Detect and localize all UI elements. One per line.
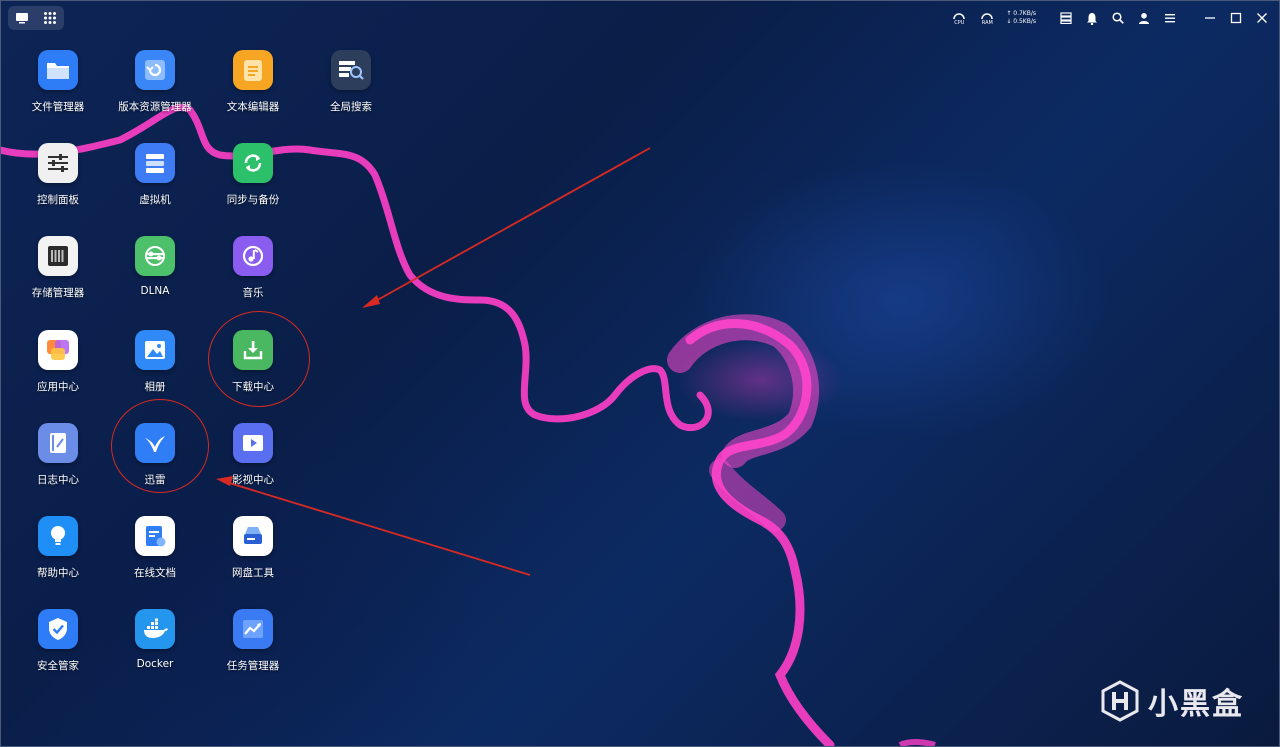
heybox-logo-icon [1101, 680, 1139, 722]
watermark: 小黑盒 [1100, 679, 1244, 723]
arrowhead-icon [216, 476, 233, 486]
annotation-arrow-2 [225, 481, 531, 576]
annotation-arrows [216, 147, 651, 576]
annotation-arrow-1 [371, 147, 651, 304]
arrowhead-icon [362, 295, 380, 308]
watermark-text: 小黑盒 [1148, 687, 1244, 722]
